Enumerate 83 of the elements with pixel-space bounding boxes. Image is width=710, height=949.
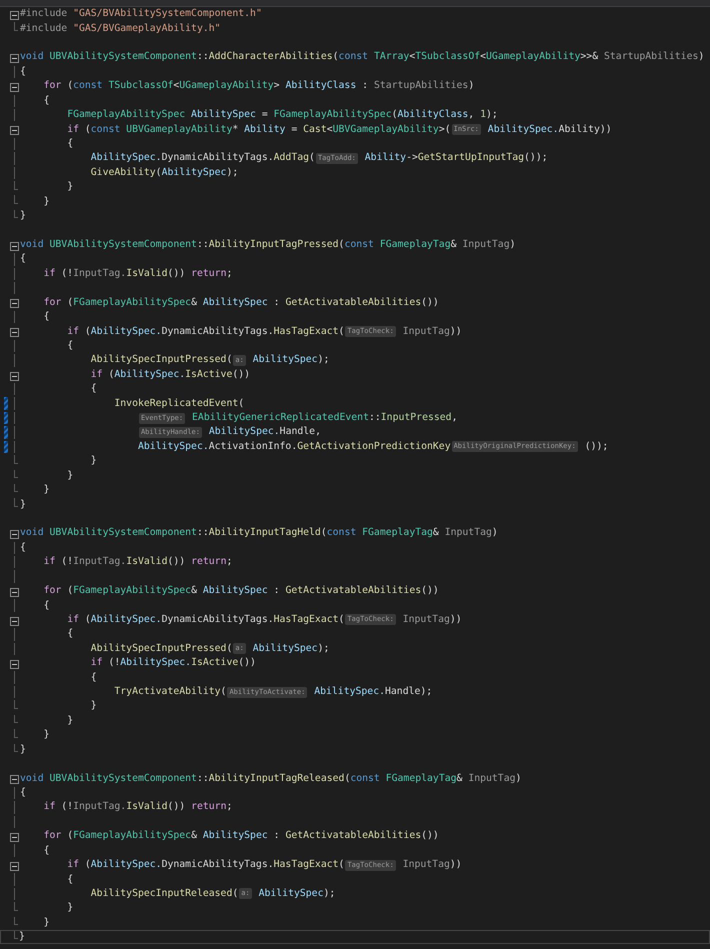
code-text: { (20, 64, 26, 79)
code-text: InvokeReplicatedEvent( (114, 396, 244, 411)
code-text: } (67, 180, 74, 194)
code-text: for (FGameplayAbilitySpec& AbilitySpec : GetActivatableAbilities()) (44, 584, 439, 598)
code-text: AbilitySpec.Handle, (208, 425, 321, 440)
collapse-icon[interactable] (10, 660, 19, 669)
code-text: GiveAbility(AbilitySpec); (90, 166, 238, 180)
code-text: { (20, 786, 26, 800)
code-text: EAbilityGenericReplicatedEvent::InputPressed, (191, 411, 458, 426)
code-text: { (67, 338, 74, 353)
code-text: { (20, 540, 26, 555)
collapse-icon[interactable] (10, 372, 19, 381)
code-text: } (20, 498, 26, 512)
code-text: } (44, 916, 50, 930)
code-text: } (19, 930, 25, 944)
code-text: } (90, 699, 97, 714)
code-text: } (20, 742, 26, 757)
code-text: void UBVAbilitySystemComponent::AbilityInputTagHeld(const FGameplayTag& InputTag) (20, 526, 498, 540)
code-text: AbilitySpec.Ability)) (486, 122, 612, 137)
code-text: AbilitySpec.ActivationInfo.GetActivationPredictionKey (138, 440, 451, 454)
code-text: void UBVAbilitySystemComponent::AbilityInputTagPressed(const FGameplayTag& InputTag) (20, 238, 516, 252)
code-text: { (20, 252, 26, 266)
code-text: } (90, 454, 97, 468)
code-text: FGameplayAbilitySpec AbilitySpec = FGameplayAbilitySpec(AbilityClass, 1); (67, 108, 498, 122)
code-text: AbilitySpec); (258, 886, 336, 901)
code-text: void UBVAbilitySystemComponent::AddCharacterAbilities(const TArray<TSubclassOf<UGameplayAbility>>& StartupAbilities) (20, 50, 704, 64)
code-text: if (AbilitySpec.DynamicAbilityTags.HasTagExact( (67, 858, 344, 872)
collapse-icon[interactable] (10, 616, 19, 626)
code-text: { (67, 137, 74, 152)
collapse-icon[interactable] (10, 588, 19, 597)
code-text: if (const UBVGameplayAbility* Ability = Cast<UBVGameplayAbility>( (67, 122, 451, 137)
code-text: } (20, 209, 26, 224)
collapse-icon[interactable] (10, 862, 19, 871)
code-text: AbilitySpecInputReleased( (90, 886, 238, 901)
code-text: } (44, 483, 50, 498)
code-text: } (67, 468, 74, 483)
code-text: { (44, 844, 50, 858)
code-text: AbilitySpecInputPressed( (90, 642, 232, 656)
code-text: TryActivateAbility( (114, 685, 226, 700)
code-text: if (AbilitySpec.DynamicAbilityTags.HasTagExact( (67, 612, 344, 627)
code-text: InputTag)) (402, 858, 462, 872)
code-text: if (!InputTag.IsValid()) return; (44, 800, 232, 814)
code-text: } (44, 728, 50, 742)
code-text: { (44, 598, 50, 613)
code-text: if (!AbilitySpec.IsActive()) (90, 656, 256, 670)
code-text: ()); (584, 440, 608, 454)
code-text: { (44, 94, 50, 108)
code-text: for (FGameplayAbilitySpec& AbilitySpec : GetActivatableAbilities()) (44, 829, 439, 844)
code-text: InputTag)) (402, 324, 462, 338)
collapse-icon[interactable] (10, 126, 19, 136)
code-text: InputTag)) (402, 612, 462, 627)
collapse-icon[interactable] (10, 299, 19, 308)
collapse-icon[interactable] (10, 54, 19, 64)
code-text: { (67, 627, 74, 642)
code-text: if (!InputTag.IsValid()) return; (44, 266, 232, 281)
code-text: #include "GAS/BVAbilitySystemComponent.h" (20, 7, 262, 22)
collapse-icon[interactable] (10, 242, 19, 251)
code-text: { (44, 310, 50, 324)
code-text: AbilitySpec); (252, 642, 330, 656)
code-text: AbilitySpecInputPressed( (90, 353, 232, 368)
code-text: AbilitySpec.DynamicAbilityTags.AddTag( (90, 151, 315, 166)
code-text: if (AbilitySpec.DynamicAbilityTags.HasTagExact( (67, 324, 344, 338)
collapse-icon[interactable] (10, 775, 19, 784)
code-text: for (FGameplayAbilitySpec& AbilitySpec : GetActivatableAbilities()) (44, 296, 439, 310)
code-text: } (67, 901, 74, 916)
code-text: for (const TSubclassOf<UGameplayAbility> AbilityClass : StartupAbilities) (44, 79, 474, 94)
code-text: { (67, 872, 74, 887)
code-text: void UBVAbilitySystemComponent::AbilityInputTagReleased(const FGameplayTag& InputTag) (20, 772, 522, 786)
code-text: if (!InputTag.IsValid()) return; (44, 555, 232, 570)
code-text: if (AbilitySpec.IsActive()) (90, 368, 250, 382)
code-text: { (90, 670, 97, 685)
code-text: #include "GAS/BVGameplayAbility.h" (20, 22, 221, 36)
collapse-icon[interactable] (10, 530, 19, 540)
code-text: { (90, 382, 97, 396)
code-text: AbilitySpec); (252, 353, 330, 368)
code-text: AbilitySpec.Handle); (313, 685, 432, 700)
code-text: } (44, 194, 50, 209)
collapse-icon[interactable] (10, 833, 19, 842)
code-text: } (67, 714, 74, 728)
collapse-icon[interactable] (10, 328, 19, 338)
collapse-icon[interactable] (10, 11, 19, 20)
code-text: Ability->GetStartUpInputTag()); (364, 151, 548, 166)
collapse-icon[interactable] (10, 83, 19, 92)
